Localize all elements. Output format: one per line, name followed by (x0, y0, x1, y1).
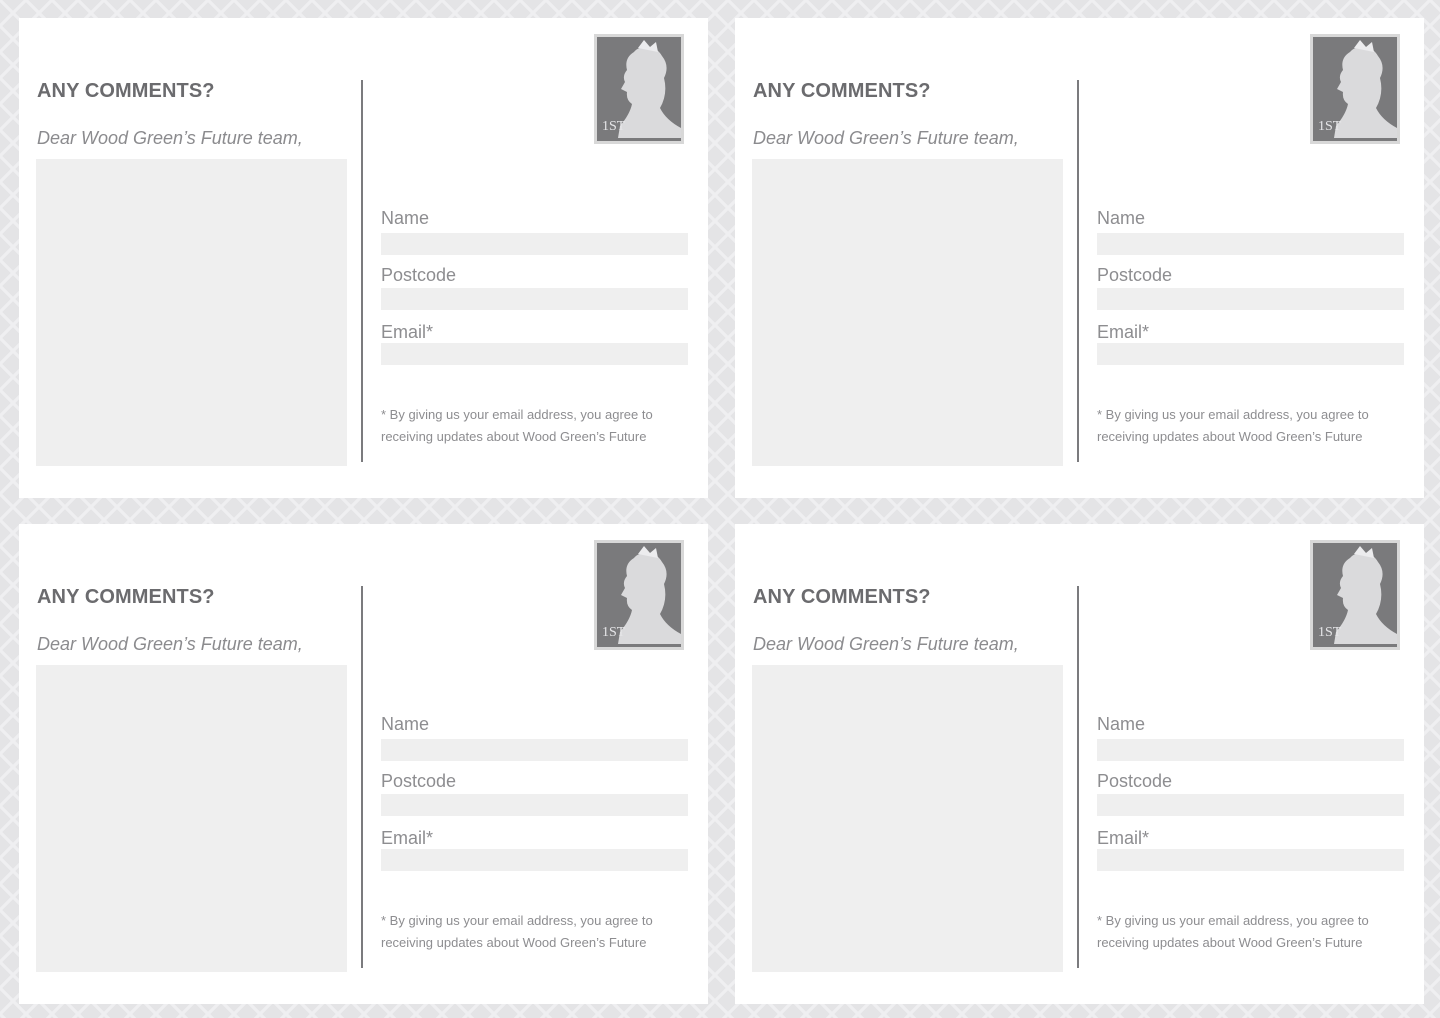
email-input[interactable] (1097, 343, 1404, 365)
card-salutation: Dear Wood Green’s Future team, (753, 128, 1019, 148)
card-salutation: Dear Wood Green’s Future team, (37, 128, 303, 148)
email-label: Email* (1097, 828, 1150, 848)
postcode-input[interactable] (381, 794, 688, 816)
comments-field[interactable] (36, 665, 347, 972)
email-disclaimer: * By giving us your email address, you a… (1097, 913, 1369, 950)
name-label: Name (381, 208, 430, 228)
comments-field[interactable] (752, 665, 1063, 972)
email-disclaimer: * By giving us your email address, you a… (381, 913, 653, 950)
stamp-value-text: 1ST (1318, 625, 1342, 640)
stamp-value-text: 1ST (602, 625, 626, 640)
postcode-label: Postcode (381, 771, 457, 791)
postcode-input[interactable] (1097, 794, 1404, 816)
card-heading: ANY COMMENTS? (37, 586, 215, 608)
email-disclaimer: * By giving us your email address, you a… (381, 407, 653, 444)
stamp-value-text: 1ST (1318, 119, 1342, 134)
name-input[interactable] (381, 233, 688, 255)
card-divider (361, 586, 363, 968)
name-label: Name (1097, 208, 1146, 228)
name-input[interactable] (1097, 739, 1404, 761)
email-input[interactable] (381, 343, 688, 365)
postcode-label: Postcode (1097, 771, 1173, 791)
comments-field[interactable] (36, 159, 347, 466)
stamp-value-text: 1ST (602, 119, 626, 134)
first-class-stamp-icon: 1ST (594, 540, 684, 650)
postcode-label: Postcode (381, 265, 457, 285)
name-label: Name (1097, 714, 1146, 734)
postcard: ANY COMMENTS? Dear Wood Green’s Future t… (19, 18, 708, 498)
postcard: ANY COMMENTS? Dear Wood Green’s Future t… (735, 18, 1424, 498)
card-divider (1077, 80, 1079, 462)
card-divider (361, 80, 363, 462)
postcard-sheet: ANY COMMENTS? Dear Wood Green’s Future t… (0, 0, 1440, 1018)
first-class-stamp-icon: 1ST (594, 34, 684, 144)
card-heading: ANY COMMENTS? (753, 80, 931, 102)
postcode-input[interactable] (1097, 288, 1404, 310)
postcard: ANY COMMENTS? Dear Wood Green’s Future t… (19, 524, 708, 1004)
name-label: Name (381, 714, 430, 734)
email-input[interactable] (1097, 849, 1404, 871)
postcard: ANY COMMENTS? Dear Wood Green’s Future t… (735, 524, 1424, 1004)
card-salutation: Dear Wood Green’s Future team, (753, 634, 1019, 654)
postcode-input[interactable] (381, 288, 688, 310)
comments-field[interactable] (752, 159, 1063, 466)
card-heading: ANY COMMENTS? (753, 586, 931, 608)
first-class-stamp-icon: 1ST (1310, 34, 1400, 144)
card-heading: ANY COMMENTS? (37, 80, 215, 102)
card-divider (1077, 586, 1079, 968)
first-class-stamp-icon: 1ST (1310, 540, 1400, 650)
card-salutation: Dear Wood Green’s Future team, (37, 634, 303, 654)
email-label: Email* (381, 322, 434, 342)
name-input[interactable] (381, 739, 688, 761)
email-disclaimer: * By giving us your email address, you a… (1097, 407, 1369, 444)
email-input[interactable] (381, 849, 688, 871)
name-input[interactable] (1097, 233, 1404, 255)
email-label: Email* (381, 828, 434, 848)
postcode-label: Postcode (1097, 265, 1173, 285)
email-label: Email* (1097, 322, 1150, 342)
